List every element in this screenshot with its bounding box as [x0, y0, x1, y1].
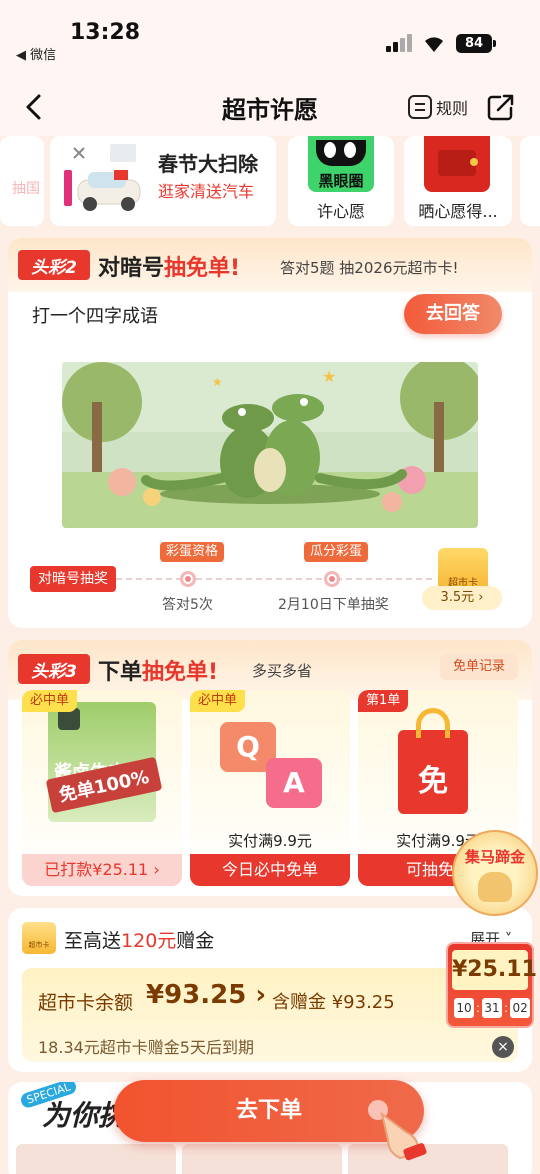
countdown-widget[interactable]: ¥25.11 10 : 31 : 02 — [446, 942, 537, 1028]
balance-label: 超市卡余额 — [38, 992, 134, 1014]
wish-partial-label: 抽国 — [12, 181, 40, 197]
progress-tag-2: 瓜分彩蛋 — [304, 542, 369, 562]
section-title: 下单抽免单! — [98, 660, 219, 685]
sec4-icon-text: 超市卡 — [28, 941, 50, 949]
wish-card2-label: 许心愿 — [316, 202, 365, 221]
progress-start-label: 对暗号抽奖 — [30, 566, 116, 592]
share-icon[interactable] — [486, 92, 516, 122]
section-badge: 头彩2 — [18, 250, 90, 280]
today-free-button[interactable]: 今日必中免单 — [190, 854, 350, 886]
wish-card3-label: 晒心愿得... — [418, 202, 498, 221]
qa-bubble-image: Q A — [220, 722, 322, 812]
paid-button[interactable]: 已打款¥25.11 › — [22, 854, 182, 886]
horse-label: 集马蹄金 — [464, 848, 525, 866]
black-eye-logo: 黑眼圈 — [308, 136, 374, 192]
black-eye-logo-text: 黑眼圈 — [318, 172, 364, 190]
product-card-2[interactable]: Q A 必中单 实付满9.9元 今日必中免单 — [190, 690, 350, 886]
progress-label-2: 2月10日下单抽奖 — [278, 597, 389, 613]
bonus-title: 至高送120元赠金 — [64, 930, 215, 952]
rules-button[interactable]: 规则 — [408, 92, 470, 122]
wish-card-partial[interactable]: 抽国 — [0, 136, 44, 226]
car-gift-image — [64, 144, 141, 211]
progress-dot-2 — [324, 571, 340, 587]
supermarket-card-icon: 超市卡 — [22, 922, 56, 954]
progress-dot-1 — [180, 571, 196, 587]
close-icon[interactable]: × — [492, 1036, 514, 1058]
horse-icon — [478, 872, 512, 902]
progress-label-1: 答对5次 — [162, 597, 213, 613]
free-record-button[interactable]: 免单记录 — [440, 654, 518, 680]
wish-main-title: 春节大扫除 — [158, 152, 258, 176]
product-condition: 实付满9.9元 — [228, 832, 312, 850]
battery-tip — [493, 40, 496, 47]
wish-strip: 抽国 春节大扫除 逛家清送汽车 黑眼圈 许心愿 晒心愿得... — [0, 136, 540, 228]
wifi-icon — [425, 37, 443, 52]
recommend-tiles — [16, 1144, 526, 1174]
wish-card-partial-right[interactable] — [520, 136, 540, 226]
timer-hours: 10 — [454, 998, 474, 1018]
back-to-wechat-link[interactable]: ◀ 微信 — [16, 44, 56, 63]
wish-card-spring-cleaning[interactable]: 春节大扫除 逛家清送汽车 — [50, 136, 276, 226]
prize-card-price[interactable]: 3.5元 › — [422, 586, 502, 610]
bonus-amount: 含赠金 ¥93.25 — [272, 992, 395, 1013]
battery-icon: 84 — [456, 34, 492, 53]
svg-text:★: ★ — [322, 367, 336, 386]
status-time: 13:28 — [70, 20, 141, 45]
secret-code-section: 头彩2 对暗号抽免单! 答对5题 抽2026元超市卡! 打一个四字成语 去回答 … — [8, 238, 532, 628]
timer-minutes: 31 — [482, 998, 503, 1018]
product-tag: 必中单 — [22, 690, 78, 712]
wish-card-make-wish[interactable]: 黑眼圈 许心愿 — [288, 136, 394, 226]
progress-line — [116, 578, 432, 580]
wish-main-subtitle: 逛家清送汽车 — [158, 182, 255, 201]
riddle-question: 打一个四字成语 — [32, 306, 158, 327]
signal-icon — [386, 34, 414, 52]
bag-free-text: 免 — [418, 764, 448, 799]
recommend-tile[interactable] — [16, 1144, 176, 1174]
rules-label: 规则 — [436, 99, 469, 118]
answer-button[interactable]: 去回答 — [404, 294, 502, 334]
countdown-timer: 10 : 31 : 02 — [454, 998, 531, 1018]
pointing-hand-icon — [368, 1100, 427, 1161]
timer-seconds: 02 — [510, 998, 531, 1018]
balance-box[interactable]: 超市卡余额 ¥93.25 › 含赠金 ¥93.25 18.34元超市卡赠金5天后… — [22, 968, 518, 1062]
product-tag: 必中单 — [190, 690, 246, 712]
crocodile-riddle-image: ★ ★ — [62, 362, 478, 528]
product-tag: 第1单 — [358, 690, 409, 712]
red-bag-image: 免 — [398, 708, 468, 814]
expiry-notice: 18.34元超市卡赠金5天后到期 — [38, 1038, 254, 1057]
recommend-tile[interactable] — [182, 1144, 342, 1174]
countdown-amount: ¥25.11 — [452, 950, 537, 990]
section-title: 对暗号抽免单! — [98, 256, 241, 281]
golden-horse-widget[interactable]: 集马蹄金 — [452, 830, 538, 916]
section-subtitle: 多买多省 — [252, 662, 313, 680]
progress-tag-1: 彩蛋资格 — [160, 542, 225, 562]
svg-text:★: ★ — [212, 375, 223, 389]
section-subtitle: 答对5题 抽2026元超市卡! — [280, 259, 459, 277]
balance-amount[interactable]: ¥93.25 › — [146, 980, 266, 1010]
product-card-1[interactable]: 酱卤牛肉 免单100% 必中单 已打款¥25.11 › — [22, 690, 182, 886]
red-wallet-image — [424, 136, 490, 192]
section-badge: 头彩3 — [18, 654, 90, 684]
rules-icon — [408, 95, 432, 119]
wish-card-share[interactable]: 晒心愿得... — [404, 136, 512, 226]
lottery-progress: 对暗号抽奖 彩蛋资格 答对5次 瓜分彩蛋 2月10日下单抽奖 超市卡 3.5元 … — [8, 538, 532, 618]
